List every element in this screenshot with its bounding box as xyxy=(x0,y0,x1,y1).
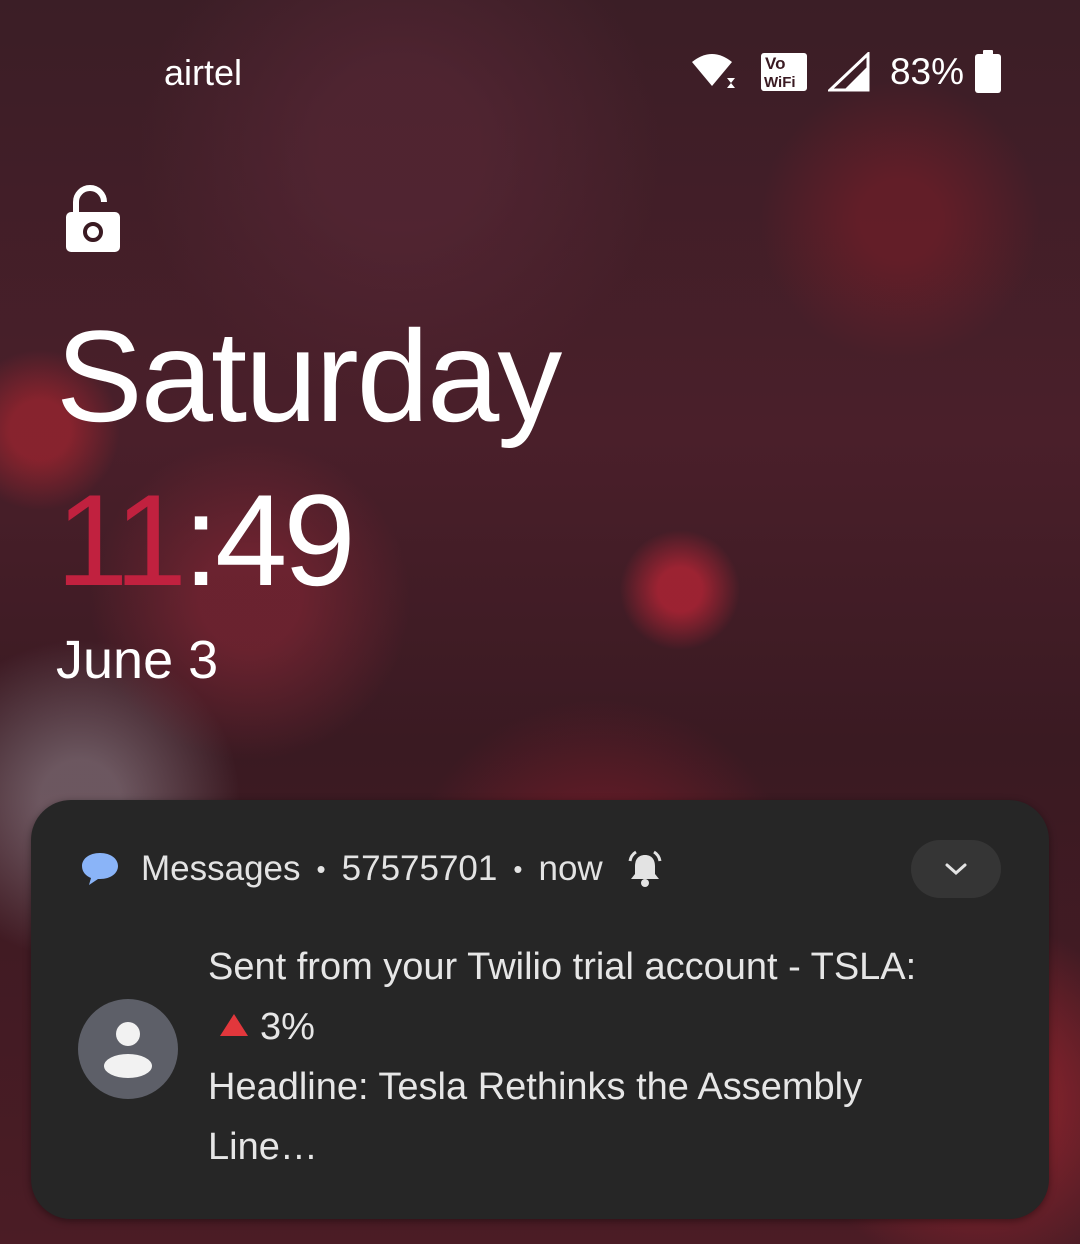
cell-signal-icon xyxy=(827,52,870,92)
status-icons: Vo WiFi 83% xyxy=(690,50,1002,94)
notification-body: Sent from your Twilio trial account - TS… xyxy=(208,937,1008,1177)
body-line: Headline: Tesla Rethinks the Assembly xyxy=(208,1066,863,1108)
notification-time: now xyxy=(538,849,603,888)
notification-sender: 57575701 xyxy=(341,849,498,888)
header-separator: • xyxy=(316,853,326,884)
battery-percentage: 83% xyxy=(889,51,964,92)
body-line: Line… xyxy=(208,1126,318,1168)
lockscreen-day: Saturday xyxy=(56,303,562,449)
vowifi-icon: Vo WiFi xyxy=(760,52,808,92)
body-line-change: 3% xyxy=(208,997,1008,1057)
message-notification[interactable]: Messages • 57575701 • now Sent from your… xyxy=(31,800,1049,1219)
person-icon xyxy=(103,1020,153,1078)
body-line: Sent from your Twilio trial account - TS… xyxy=(208,946,917,988)
lockscreen-clock: 11:49 xyxy=(56,467,356,613)
notification-app-name: Messages xyxy=(141,849,301,888)
chevron-down-icon xyxy=(944,861,968,877)
bell-icon xyxy=(625,849,665,889)
vowifi-bottom: WiFi xyxy=(764,74,796,91)
battery-icon xyxy=(974,50,1002,94)
notification-header: Messages • 57575701 • now xyxy=(81,844,665,894)
expand-notification-button[interactable] xyxy=(911,840,1001,898)
clock-separator: : xyxy=(182,467,219,613)
message-bubble-icon xyxy=(81,851,119,887)
clock-minutes: 49 xyxy=(215,467,356,613)
carrier-name: airtel xyxy=(164,52,243,93)
lockscreen-date: June 3 xyxy=(56,630,219,690)
clock-hour: 11 xyxy=(56,467,187,613)
header-separator: • xyxy=(513,853,523,884)
tsla-change-value: 3% xyxy=(260,1006,315,1048)
red-up-triangle-icon xyxy=(220,1013,248,1036)
vowifi-top: Vo xyxy=(765,54,785,73)
unlocked-padlock-icon[interactable] xyxy=(62,184,124,254)
avatar xyxy=(78,999,178,1099)
wifi-icon xyxy=(690,52,740,92)
status-bar: airtel Vo WiFi 83% xyxy=(0,0,1080,150)
